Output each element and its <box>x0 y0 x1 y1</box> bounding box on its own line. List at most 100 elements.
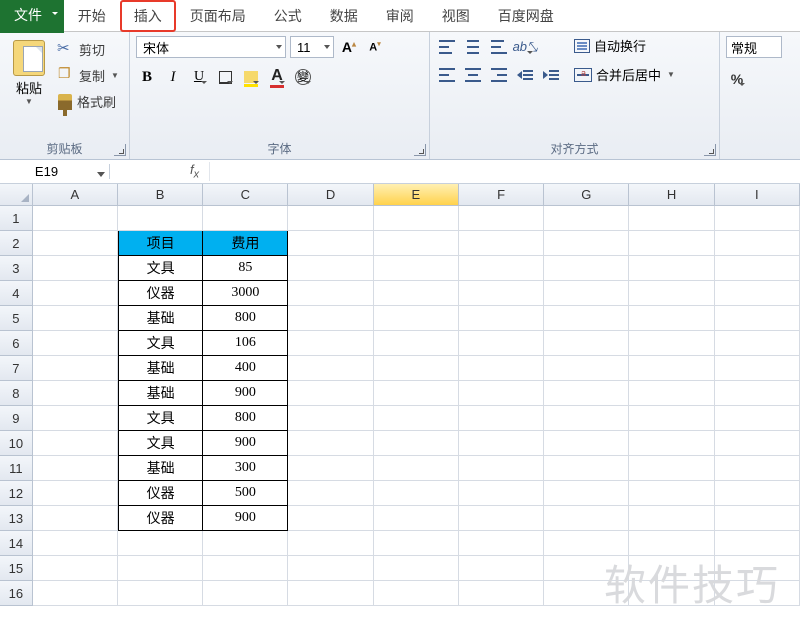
cell-E15[interactable] <box>374 556 459 581</box>
cell-A12[interactable] <box>33 481 118 506</box>
cell-I11[interactable] <box>715 456 800 481</box>
column-header-D[interactable]: D <box>288 184 373 205</box>
format-painter-button[interactable]: 格式刷 <box>58 92 119 111</box>
cell-G3[interactable] <box>544 256 629 281</box>
cell-A11[interactable] <box>33 456 118 481</box>
cell-G12[interactable] <box>544 481 629 506</box>
cell-F1[interactable] <box>459 206 544 231</box>
cell-E16[interactable] <box>374 581 459 606</box>
cell-D2[interactable] <box>288 231 373 256</box>
cell-I6[interactable] <box>715 331 800 356</box>
font-dialog-launcher[interactable] <box>414 144 426 156</box>
cell-B13[interactable]: 仪器 <box>118 506 203 531</box>
align-center-button[interactable] <box>462 64 484 86</box>
cell-F13[interactable] <box>459 506 544 531</box>
font-name-combo[interactable]: 宋体 <box>136 36 286 58</box>
alignment-dialog-launcher[interactable] <box>704 144 716 156</box>
cell-C16[interactable] <box>203 581 288 606</box>
shrink-font-button[interactable]: A▾ <box>364 36 386 58</box>
cell-D3[interactable] <box>288 256 373 281</box>
cell-I3[interactable] <box>715 256 800 281</box>
cell-F12[interactable] <box>459 481 544 506</box>
cell-B9[interactable]: 文具 <box>118 406 203 431</box>
cell-E1[interactable] <box>374 206 459 231</box>
tab-baidu-pan[interactable]: 百度网盘 <box>484 0 568 32</box>
cell-G11[interactable] <box>544 456 629 481</box>
cell-G14[interactable] <box>544 531 629 556</box>
cell-H14[interactable] <box>629 531 714 556</box>
cell-E9[interactable] <box>374 406 459 431</box>
cell-B4[interactable]: 仪器 <box>118 281 203 306</box>
cell-B7[interactable]: 基础 <box>118 356 203 381</box>
percent-style-button[interactable]: % <box>726 68 748 90</box>
tab-page-layout[interactable]: 页面布局 <box>176 0 260 32</box>
cell-H11[interactable] <box>629 456 714 481</box>
cell-G7[interactable] <box>544 356 629 381</box>
row-header-7[interactable]: 7 <box>0 356 33 381</box>
row-header-8[interactable]: 8 <box>0 381 33 406</box>
tab-data[interactable]: 数据 <box>316 0 372 32</box>
align-bottom-button[interactable] <box>488 36 510 58</box>
column-header-B[interactable]: B <box>118 184 203 205</box>
cell-B16[interactable] <box>118 581 203 606</box>
cell-D13[interactable] <box>288 506 373 531</box>
cell-G16[interactable] <box>544 581 629 606</box>
cell-C6[interactable]: 106 <box>203 331 288 356</box>
italic-button[interactable]: I <box>162 66 184 88</box>
cell-F6[interactable] <box>459 331 544 356</box>
row-header-11[interactable]: 11 <box>0 456 33 481</box>
column-header-I[interactable]: I <box>715 184 800 205</box>
fx-icon[interactable]: fx <box>180 162 210 181</box>
align-top-button[interactable] <box>436 36 458 58</box>
row-header-9[interactable]: 9 <box>0 406 33 431</box>
cell-G15[interactable] <box>544 556 629 581</box>
cell-F14[interactable] <box>459 531 544 556</box>
cell-H9[interactable] <box>629 406 714 431</box>
cell-A2[interactable] <box>33 231 118 256</box>
cell-D11[interactable] <box>288 456 373 481</box>
cell-G10[interactable] <box>544 431 629 456</box>
cell-G13[interactable] <box>544 506 629 531</box>
cell-G8[interactable] <box>544 381 629 406</box>
cell-B2[interactable]: 项目 <box>118 231 203 256</box>
cell-B5[interactable]: 基础 <box>118 306 203 331</box>
cell-A6[interactable] <box>33 331 118 356</box>
cell-D7[interactable] <box>288 356 373 381</box>
merge-center-button[interactable]: 合并后居中▼ <box>574 65 675 84</box>
cell-D9[interactable] <box>288 406 373 431</box>
row-header-6[interactable]: 6 <box>0 331 33 356</box>
tab-insert[interactable]: 插入 <box>120 0 176 32</box>
row-header-2[interactable]: 2 <box>0 231 33 256</box>
cell-E7[interactable] <box>374 356 459 381</box>
number-format-combo[interactable]: 常规 <box>726 36 782 58</box>
cell-A9[interactable] <box>33 406 118 431</box>
cell-B12[interactable]: 仪器 <box>118 481 203 506</box>
cell-F4[interactable] <box>459 281 544 306</box>
cell-A13[interactable] <box>33 506 118 531</box>
cell-C12[interactable]: 500 <box>203 481 288 506</box>
cell-F16[interactable] <box>459 581 544 606</box>
cell-D14[interactable] <box>288 531 373 556</box>
cell-B15[interactable] <box>118 556 203 581</box>
bold-button[interactable]: B <box>136 66 158 88</box>
cell-A14[interactable] <box>33 531 118 556</box>
cell-D8[interactable] <box>288 381 373 406</box>
cell-I10[interactable] <box>715 431 800 456</box>
cell-D15[interactable] <box>288 556 373 581</box>
cell-C1[interactable] <box>203 206 288 231</box>
cell-G9[interactable] <box>544 406 629 431</box>
tab-home[interactable]: 开始 <box>64 0 120 32</box>
cell-H13[interactable] <box>629 506 714 531</box>
cell-H15[interactable] <box>629 556 714 581</box>
font-color-button[interactable]: A <box>266 66 288 88</box>
cell-F2[interactable] <box>459 231 544 256</box>
cell-B6[interactable]: 文具 <box>118 331 203 356</box>
orientation-button[interactable]: ab⤡ <box>514 36 536 58</box>
cell-I1[interactable] <box>715 206 800 231</box>
cell-I13[interactable] <box>715 506 800 531</box>
row-header-16[interactable]: 16 <box>0 581 33 606</box>
cell-G6[interactable] <box>544 331 629 356</box>
cell-C5[interactable]: 800 <box>203 306 288 331</box>
cell-I14[interactable] <box>715 531 800 556</box>
row-header-15[interactable]: 15 <box>0 556 33 581</box>
